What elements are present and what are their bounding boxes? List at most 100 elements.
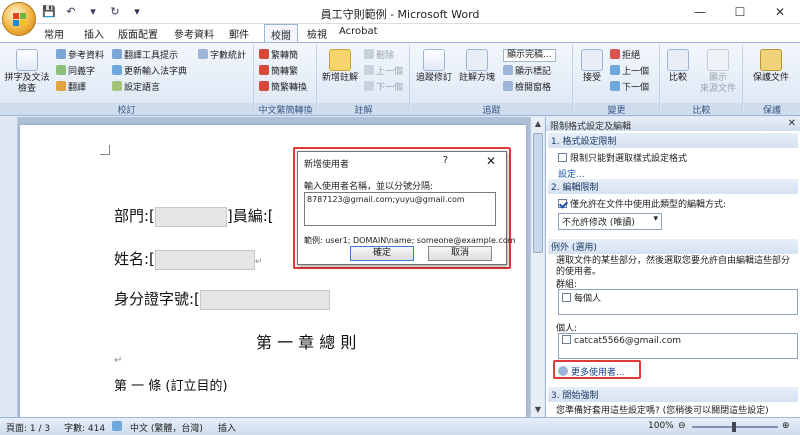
delete-comment-icon [364, 49, 374, 59]
zoom-slider-thumb[interactable] [732, 422, 736, 432]
groups-list[interactable]: 每個人 [558, 289, 798, 315]
format-restriction-option[interactable]: 限制只能對選取樣式設定格式 [548, 148, 798, 167]
chapter-heading: 第 一 章 總 則 [256, 329, 356, 353]
zoom-level[interactable]: 100% [648, 421, 674, 431]
tab-view[interactable]: 檢視 [303, 26, 331, 41]
compare-button[interactable]: 比較 [663, 49, 693, 84]
conversion-button[interactable]: 簡繁轉換 [259, 81, 307, 94]
scroll-up-icon[interactable]: ▲ [533, 119, 543, 129]
insert-mode-indicator[interactable]: 插入 [218, 421, 236, 434]
ok-button[interactable]: 確定 [350, 246, 414, 261]
editing-restriction-option[interactable]: 僅允許在文件中使用此類型的編輯方式: [548, 194, 798, 213]
format-restriction-checkbox[interactable] [558, 153, 567, 162]
next-comment-icon [364, 81, 374, 91]
track-changes-icon [423, 49, 445, 71]
zoom-out-icon[interactable]: ⊖ [678, 421, 686, 431]
track-changes-label: 追蹤修訂 [415, 73, 452, 83]
everyone-checkbox[interactable] [562, 293, 571, 302]
close-button[interactable]: ✕ [760, 0, 800, 24]
tab-insert[interactable]: 插入 [80, 26, 108, 41]
next-change-button[interactable]: 下一個 [610, 81, 649, 94]
word-count-button[interactable]: 字數統計 [198, 49, 246, 62]
prev-comment-button[interactable]: 上一個 [364, 65, 403, 78]
individuals-list[interactable]: catcat5566@gmail.com [558, 333, 798, 359]
set-language-button[interactable]: 設定語言 [112, 81, 160, 94]
office-button[interactable] [2, 2, 36, 36]
editing-type-select[interactable]: 不允許修改 (唯讀) ▾ [558, 213, 662, 230]
simp-to-trad-button[interactable]: 簡轉繁 [259, 65, 298, 78]
pane-header: 限制格式設定及編輯 ✕ [546, 117, 800, 132]
tab-review[interactable]: 校閱 [264, 24, 298, 43]
update-ime-label: 更新輸入法字典 [124, 67, 188, 77]
tab-mailings[interactable]: 郵件 [225, 26, 253, 41]
id-number-field[interactable] [199, 289, 330, 310]
show-source-button[interactable]: 顯示 來源文件 [695, 49, 741, 95]
proofing-status-icon[interactable] [112, 421, 122, 431]
tab-home[interactable]: 常用 [40, 26, 68, 41]
delete-comment-button[interactable]: 刪除 [364, 49, 394, 62]
chapter-text: 第 一 章 總 則 [256, 333, 357, 352]
balloons-button[interactable]: 註解方塊 [455, 49, 499, 84]
maximize-button[interactable]: ☐ [720, 0, 760, 24]
translate-tooltip-button[interactable]: 翻譯工具提示 [112, 49, 178, 62]
add-users-dialog: 新增使用者 ? ✕ 輸入使用者名稱，並以分號分隔: 8787123@gmail.… [297, 151, 516, 265]
reviewing-pane-button[interactable]: 檢閱窗格 [503, 81, 551, 94]
compare-icon [667, 49, 689, 71]
protect-document-button[interactable]: 保護文件 [746, 49, 796, 84]
research-button[interactable]: 參考資料 [56, 49, 104, 62]
trad-to-simp-button[interactable]: 繁轉簡 [259, 49, 298, 62]
group-compare: 比較 顯示 來源文件 比較 [661, 45, 743, 116]
update-ime-button[interactable]: 更新輸入法字典 [112, 65, 187, 78]
minimize-button[interactable]: — [680, 0, 720, 24]
cancel-button[interactable]: 取消 [428, 246, 492, 261]
pane-close-icon[interactable]: ✕ [788, 118, 796, 129]
word-count-indicator[interactable]: 字數: 414 [64, 421, 105, 434]
tab-references[interactable]: 參考資料 [170, 26, 218, 41]
page-indicator[interactable]: 頁面: 1 / 3 [6, 421, 50, 434]
new-comment-button[interactable]: 新增註解 [320, 49, 360, 84]
display-for-review-select[interactable]: 顯示完稿... [503, 49, 556, 62]
tab-acrobat[interactable]: Acrobat [335, 26, 382, 37]
dept-field[interactable] [154, 206, 227, 227]
thesaurus-button[interactable]: 同義字 [56, 65, 95, 78]
article-text: 第 一 條 (訂立目的) [114, 379, 228, 394]
scroll-down-icon[interactable]: ▼ [533, 405, 543, 415]
doc-line-name: 姓名:[↵ [114, 248, 262, 270]
group-item-everyone[interactable]: 每個人 [559, 290, 797, 305]
example-text: 範例: user1; DOMAIN\name; someone@example.… [304, 236, 516, 245]
start-enforcement-section: 3. 開始強制 您準備好套用這些設定嗎? (您稍後可以關閉這些設定) [548, 387, 798, 417]
reject-button[interactable]: 拒絕 [610, 49, 640, 62]
individual-checkbox[interactable] [562, 335, 571, 344]
name-field[interactable] [154, 249, 255, 270]
prev-comment-label: 上一個 [376, 67, 404, 77]
group-chinese-conversion: 繁轉簡 簡轉繁 簡繁轉換 中文繁簡轉換 [255, 45, 317, 116]
spelling-button[interactable]: 拼字及文法 檢查 [4, 49, 50, 95]
individual-item[interactable]: catcat5566@gmail.com [559, 334, 797, 347]
dialog-close-icon[interactable]: ✕ [486, 154, 496, 168]
vertical-scrollbar[interactable]: ▲ ▼ [530, 117, 544, 417]
show-markup-button[interactable]: 顯示標記 [503, 65, 551, 78]
tab-layout[interactable]: 版面配置 [114, 26, 162, 41]
show-markup-icon [503, 65, 513, 75]
enforcement-text: 您準備好套用這些設定嗎? (您稍後可以關閉這些設定) [556, 406, 769, 416]
pane-title: 限制格式設定及編輯 [550, 122, 632, 132]
word-count-label: 字數統計 [210, 51, 247, 61]
scroll-thumb[interactable] [533, 133, 543, 253]
translate-button[interactable]: 翻譯 [56, 81, 86, 94]
editing-restriction-checkbox[interactable] [558, 199, 567, 208]
next-comment-button[interactable]: 下一個 [364, 81, 403, 94]
track-changes-button[interactable]: 追蹤修訂 [413, 49, 455, 84]
help-icon[interactable]: ? [443, 155, 448, 166]
thesaurus-icon [56, 65, 66, 75]
prev-change-button[interactable]: 上一個 [610, 65, 649, 78]
show-source-icon [707, 49, 729, 71]
zoom-in-icon[interactable]: ⊕ [782, 421, 790, 431]
section1-title: 1. 格式設定限制 [548, 133, 798, 148]
formatting-restrictions-section: 1. 格式設定限制 限制只能對選取樣式設定格式 設定... [548, 133, 798, 180]
word-count-icon [198, 49, 208, 59]
users-input[interactable]: 8787123@gmail.com;yuyu@gmail.com [304, 192, 496, 226]
language-indicator[interactable]: 中文 (繁體，台灣) [130, 421, 203, 434]
accept-button[interactable]: 接受 [576, 49, 608, 84]
reviewing-pane-label: 檢閱窗格 [515, 83, 552, 93]
group-label-compare: 比較 [661, 103, 742, 116]
